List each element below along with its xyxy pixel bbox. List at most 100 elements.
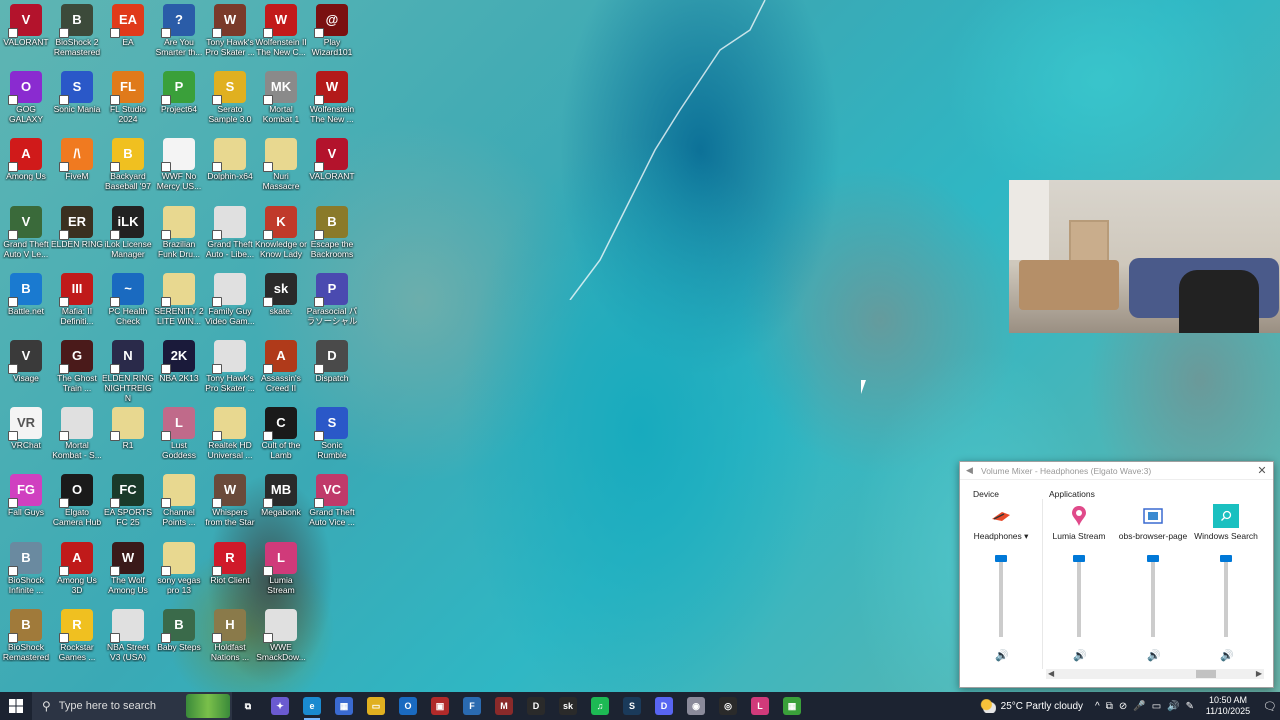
desktop-icon[interactable]: B BioShock Remastered [0, 607, 52, 673]
taskbar-app-file-explorer[interactable]: ▭ [360, 692, 392, 720]
desktop-icon[interactable]: FG Fall Guys [0, 472, 52, 538]
desktop-icon[interactable]: O GOG GALAXY [0, 69, 52, 135]
desktop-icon[interactable]: B Backyard Baseball '97 [102, 136, 154, 202]
taskbar-app-dispatch[interactable]: D [520, 692, 552, 720]
desktop-icon[interactable]: P Parasocial パラソーシャル [306, 271, 358, 337]
mixer-titlebar[interactable]: ◀ Volume Mixer - Headphones (Elgato Wave… [960, 462, 1273, 480]
desktop-icon[interactable]: D Dispatch [306, 338, 358, 404]
desktop-icon[interactable]: S Serato Sample 3.0 [204, 69, 256, 135]
taskbar-app-megabonk[interactable]: M [488, 692, 520, 720]
taskbar-app-obs[interactable]: ◎ [712, 692, 744, 720]
desktop-icon[interactable]: III Mafia: II Definiti... [51, 271, 103, 337]
desktop-icon[interactable]: W Whispers from the Star [204, 472, 256, 538]
tray-icon[interactable]: ^ [1095, 701, 1100, 712]
taskbar-app-skate[interactable]: sk [552, 692, 584, 720]
volume-slider-thumb[interactable] [1220, 555, 1232, 562]
scroll-left-icon[interactable]: ◀ [1048, 669, 1054, 679]
desktop-icon[interactable]: @ Play Wizard101 [306, 2, 358, 68]
desktop-icon[interactable]: A Among Us [0, 136, 52, 202]
desktop-icon[interactable]: G The Ghost Train ... [51, 338, 103, 404]
desktop-icon[interactable]: V VALORANT [306, 136, 358, 202]
desktop-icon[interactable]: Channel Points ... [153, 472, 205, 538]
desktop-icon[interactable]: WWE SmackDow... [255, 607, 307, 673]
desktop-icon[interactable]: P Project64 [153, 69, 205, 135]
tray-icon[interactable]: ✎ [1186, 701, 1194, 712]
desktop-icon[interactable]: W Wolfenstein II The New C... [255, 2, 307, 68]
taskbar-app-discord[interactable]: D [648, 692, 680, 720]
volume-slider-thumb[interactable] [1073, 555, 1085, 562]
desktop-icon[interactable]: Brazilian Funk Dru... [153, 204, 205, 270]
taskbar-app-store[interactable]: ▦ [328, 692, 360, 720]
desktop-icon[interactable]: W Tony Hawk's Pro Skater ... [204, 2, 256, 68]
mute-button[interactable]: 🔊 [1073, 649, 1087, 662]
taskbar-app-app-white[interactable]: ◉ [680, 692, 712, 720]
desktop-icon[interactable]: C Cult of the Lamb [255, 405, 307, 471]
desktop-icon[interactable]: sk skate. [255, 271, 307, 337]
taskbar-app-spotify[interactable]: ♫ [584, 692, 616, 720]
start-button[interactable] [0, 692, 32, 720]
desktop-icon[interactable]: O Elgato Camera Hub [51, 472, 103, 538]
mute-button[interactable]: 🔊 [1220, 649, 1234, 662]
scrollbar-thumb[interactable] [1196, 670, 1216, 678]
desktop-icon[interactable]: NBA Street V3 (USA) [102, 607, 154, 673]
horizontal-scrollbar[interactable]: ◀ ▶ [1046, 669, 1264, 679]
tray-icon[interactable]: 🔊 [1167, 701, 1179, 712]
desktop-icon[interactable]: SERENITY 2 LITE WIN... [153, 271, 205, 337]
desktop-icon[interactable]: K Knowledge or Know Lady [255, 204, 307, 270]
desktop-icon[interactable]: 2K NBA 2K13 [153, 338, 205, 404]
taskbar-app-minecraft[interactable]: ▦ [776, 692, 808, 720]
volume-slider-track[interactable] [999, 557, 1003, 637]
tray-icon[interactable]: 🎤 [1133, 701, 1145, 712]
desktop-icon[interactable]: H Holdfast Nations ... [204, 607, 256, 673]
desktop-icon[interactable]: A Assassin's Creed II [255, 338, 307, 404]
desktop-icon[interactable]: R Rockstar Games ... [51, 607, 103, 673]
desktop-icon[interactable]: V Visage [0, 338, 52, 404]
desktop-icon[interactable]: S Sonic Rumble [306, 405, 358, 471]
taskbar-search-box[interactable]: ⚲ Type here to search [32, 692, 232, 720]
clock[interactable]: 10:50 AM 11/10/2025 [1202, 695, 1254, 717]
desktop-icon[interactable]: L Lust Goddess [153, 405, 205, 471]
desktop-icon[interactable]: Realtek HD Universal ... [204, 405, 256, 471]
desktop-icon[interactable]: B BioShock Infinite ... [0, 540, 52, 606]
desktop-icon[interactable]: B Escape the Backrooms [306, 204, 358, 270]
desktop-icon[interactable]: S Sonic Mania [51, 69, 103, 135]
device-dropdown[interactable]: Headphones ▾ [965, 531, 1037, 542]
desktop-icon[interactable]: FL FL Studio 2024 [102, 69, 154, 135]
volume-slider-track[interactable] [1151, 557, 1155, 637]
tray-icon[interactable]: ▭ [1152, 701, 1161, 712]
desktop-icon[interactable]: L Lumia Stream [255, 540, 307, 606]
volume-slider-track[interactable] [1224, 557, 1228, 637]
desktop-icon[interactable]: B Battle.net [0, 271, 52, 337]
desktop-icon[interactable]: Nuri Massacre [255, 136, 307, 202]
desktop-icon[interactable]: A Among Us 3D [51, 540, 103, 606]
desktop-icon[interactable]: FC EA SPORTS FC 25 [102, 472, 154, 538]
desktop-icon[interactable]: sony vegas pro 13 [153, 540, 205, 606]
close-button[interactable]: ✕ [1255, 464, 1269, 478]
desktop-icon[interactable]: V VALORANT [0, 2, 52, 68]
desktop-icon[interactable]: /\ FiveM [51, 136, 103, 202]
tray-icon[interactable]: ⧉ [1106, 701, 1113, 712]
taskbar-app-lumia-stream[interactable]: L [744, 692, 776, 720]
weather-widget[interactable]: 25°C Partly cloudy [979, 699, 1083, 713]
desktop-icon[interactable]: W The Wolf Among Us [102, 540, 154, 606]
taskbar-app-app-red[interactable]: ▣ [424, 692, 456, 720]
volume-slider-thumb[interactable] [1147, 555, 1159, 562]
desktop-icon[interactable]: Family Guy Video Gam... [204, 271, 256, 337]
notification-center-button[interactable]: 🗨 [1260, 700, 1280, 713]
desktop-icon[interactable]: VC Grand Theft Auto Vice ... [306, 472, 358, 538]
taskbar-app-task-view[interactable]: ⧉ [232, 692, 264, 720]
taskbar-app-copilot[interactable]: ✦ [264, 692, 296, 720]
volume-slider-thumb[interactable] [995, 555, 1007, 562]
desktop-icon[interactable]: Mortal Kombat - S... [51, 405, 103, 471]
tray-icon[interactable]: ⊘ [1119, 701, 1127, 712]
desktop-icon[interactable]: Dolphin-x64 [204, 136, 256, 202]
taskbar-app-edge[interactable]: e [296, 692, 328, 720]
desktop-icon[interactable]: B Baby Steps [153, 607, 205, 673]
desktop-icon[interactable]: Grand Theft Auto - Libe... [204, 204, 256, 270]
desktop-icon[interactable]: R1 [102, 405, 154, 471]
taskbar-app-outlook[interactable]: O [392, 692, 424, 720]
desktop-icon[interactable]: W Wolfenstein The New ... [306, 69, 358, 135]
desktop-icon[interactable]: EA EA [102, 2, 154, 68]
desktop-icon[interactable]: R Riot Client [204, 540, 256, 606]
desktop-icon[interactable]: iLK iLok License Manager [102, 204, 154, 270]
